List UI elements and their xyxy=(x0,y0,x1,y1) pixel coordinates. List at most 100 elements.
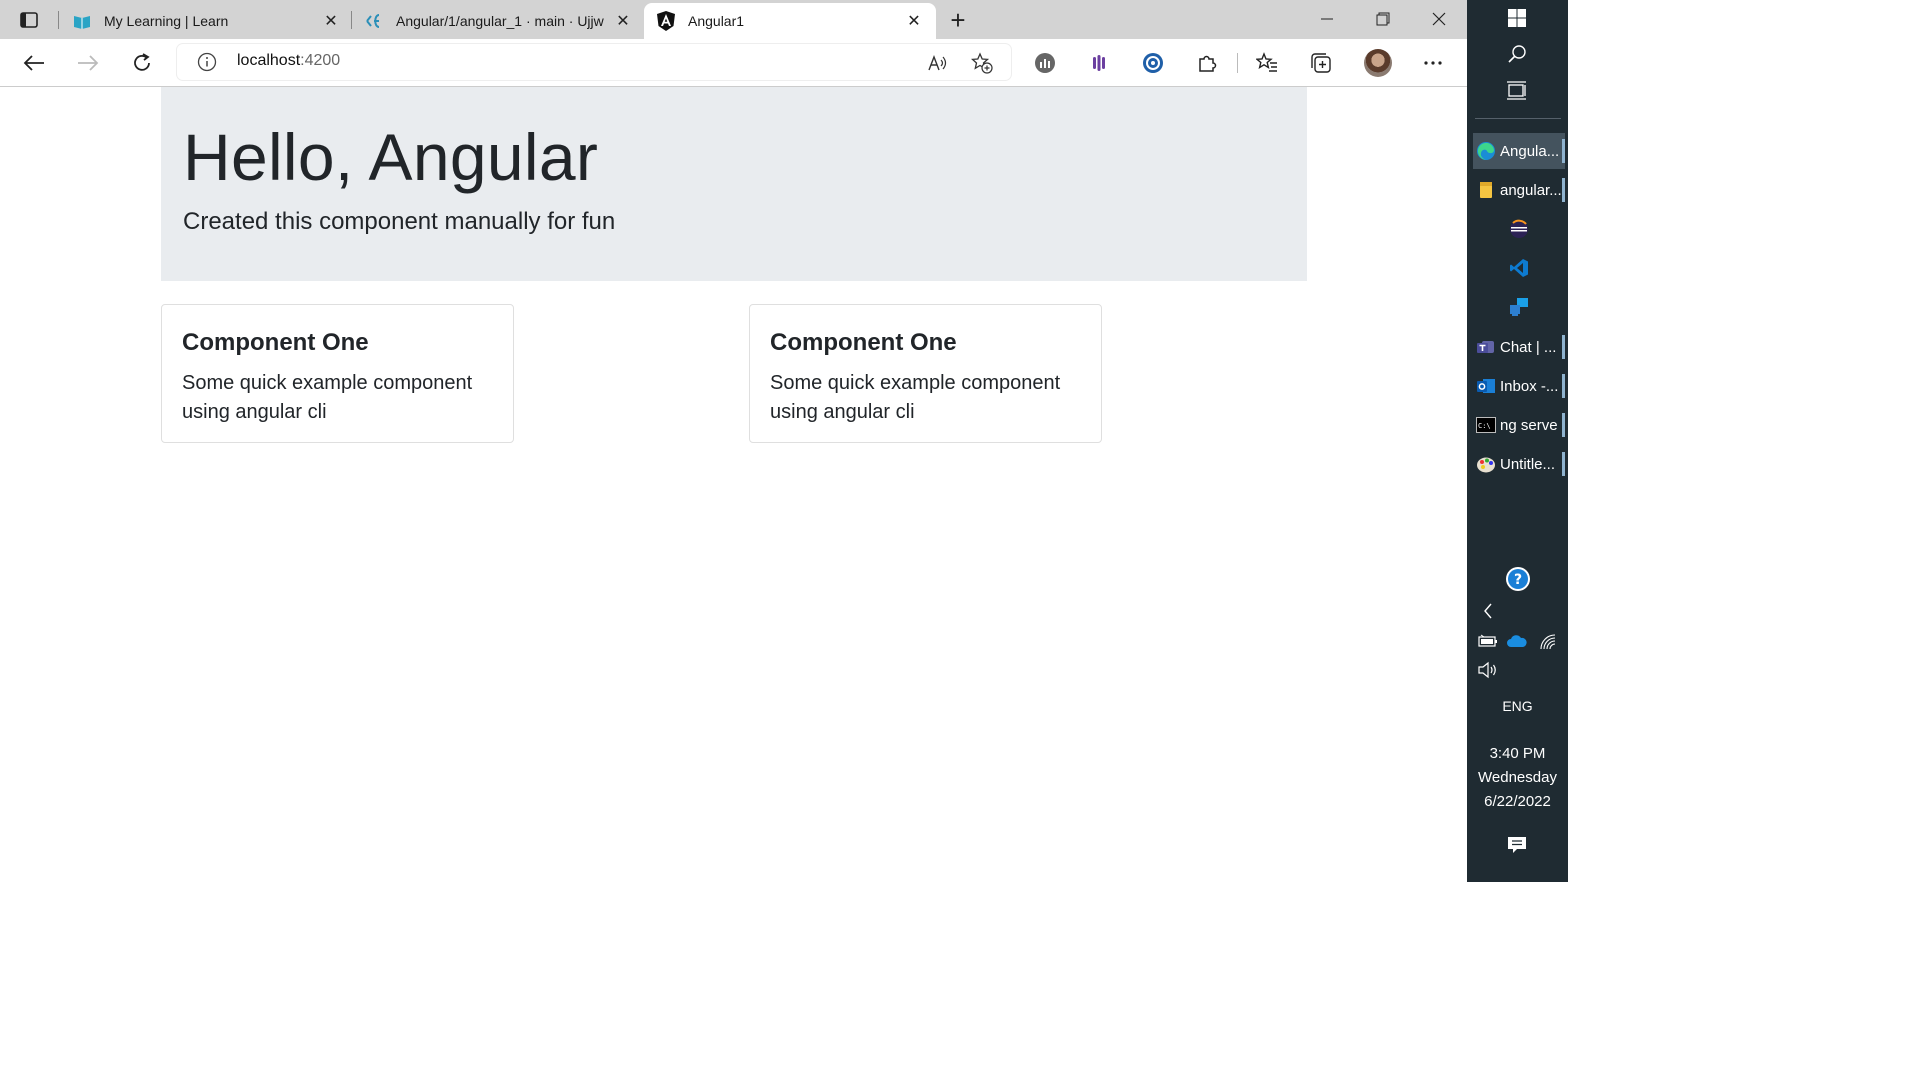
refresh-icon[interactable] xyxy=(126,48,158,78)
taskbar-app-remote[interactable] xyxy=(1473,289,1565,325)
eclipse-icon xyxy=(1509,219,1529,239)
settings-more-icon[interactable] xyxy=(1421,51,1445,75)
screen: My Learning | Learn ✕ Angular/1/angular_… xyxy=(0,0,1568,882)
forward-arrow-icon[interactable] xyxy=(72,48,104,78)
new-tab-button[interactable]: + xyxy=(944,5,972,35)
chevron-left-icon[interactable] xyxy=(1477,600,1499,622)
page-heading: Hello, Angular xyxy=(183,120,599,194)
active-indicator xyxy=(1562,452,1565,476)
browser-toolbar: localhost:4200 xyxy=(0,39,1467,87)
card-text: Some quick example component using angul… xyxy=(770,372,1061,423)
taskbar-app-explorer[interactable]: angular... xyxy=(1473,172,1565,208)
taskbar-app-eclipse[interactable] xyxy=(1473,211,1565,247)
collections-icon[interactable] xyxy=(1309,51,1333,75)
taskbar-app-label: Angula... xyxy=(1500,142,1560,160)
minimize-icon[interactable] xyxy=(1307,6,1347,32)
taskbar-app-label: Inbox -... xyxy=(1500,377,1559,395)
tab-separator xyxy=(58,11,59,29)
task-view-icon[interactable] xyxy=(1505,79,1529,103)
active-indicator xyxy=(1562,374,1565,398)
read-aloud-icon[interactable] xyxy=(927,52,949,74)
learn-book-icon xyxy=(72,11,92,31)
tab-title: Angular1 xyxy=(688,13,745,29)
tab-azure-repo[interactable]: Angular/1/angular_1 · main · Ujjw ✕ xyxy=(356,3,639,39)
jumbotron: Hello, Angular Created this component ma… xyxy=(161,87,1307,281)
paint-icon xyxy=(1476,454,1496,474)
lead-text: Created this component manually for fun xyxy=(183,208,616,235)
tab-title: My Learning | Learn xyxy=(104,13,229,29)
url-text: localhost:4200 xyxy=(237,52,340,70)
extension-blue-icon[interactable] xyxy=(1141,51,1165,75)
tab-title: Angular/1/angular_1 · main · Ujjw xyxy=(396,13,604,29)
active-indicator xyxy=(1562,335,1565,359)
svg-text:?: ? xyxy=(1514,572,1522,588)
url-port: :4200 xyxy=(300,52,341,69)
card-title: Component One xyxy=(770,329,957,356)
tab-bar: My Learning | Learn ✕ Angular/1/angular_… xyxy=(0,0,1467,39)
help-icon[interactable]: ? xyxy=(1505,566,1531,592)
angular-icon xyxy=(656,11,676,31)
favorites-icon[interactable] xyxy=(1255,51,1279,75)
clock-time[interactable]: 3:40 PM xyxy=(1467,745,1568,762)
close-tab-icon[interactable]: ✕ xyxy=(904,11,924,31)
toolbar-separator xyxy=(1237,53,1238,73)
taskbar-app-teams[interactable]: Chat | ... xyxy=(1473,329,1565,365)
url-host: localhost xyxy=(237,52,301,69)
taskbar-app-cmd[interactable]: C:\ ng serve xyxy=(1473,407,1565,443)
taskbar-app-vscode[interactable] xyxy=(1473,250,1565,286)
vscode-icon xyxy=(1509,258,1529,278)
browser-window: My Learning | Learn ✕ Angular/1/angular_… xyxy=(0,0,1467,882)
web-page: Hello, Angular Created this component ma… xyxy=(0,87,1467,882)
active-indicator xyxy=(1562,178,1565,202)
active-indicator xyxy=(1562,139,1565,163)
windows-start-icon[interactable] xyxy=(1505,6,1529,30)
taskbar-app-outlook[interactable]: Inbox -... xyxy=(1473,368,1565,404)
extensions-puzzle-icon[interactable] xyxy=(1195,51,1219,75)
taskbar-divider xyxy=(1475,118,1561,119)
teams-icon xyxy=(1476,337,1496,357)
site-info-icon[interactable] xyxy=(197,52,217,72)
cmd-icon: C:\ xyxy=(1476,415,1496,435)
clock-day: Wednesday xyxy=(1478,769,1557,786)
tab-my-learning[interactable]: My Learning | Learn ✕ xyxy=(64,3,349,39)
taskbar-app-label: Untitle... xyxy=(1500,455,1556,473)
svg-text:C:\: C:\ xyxy=(1478,422,1491,430)
component-card: Component One Some quick example compone… xyxy=(749,304,1102,443)
outlook-icon xyxy=(1476,376,1496,396)
taskbar-app-label: angular... xyxy=(1500,181,1562,199)
address-bar[interactable]: localhost:4200 xyxy=(177,44,1011,80)
extension-dashboard-icon[interactable] xyxy=(1033,51,1057,75)
active-indicator xyxy=(1562,413,1565,437)
taskbar-app-label: ng serve xyxy=(1500,416,1558,434)
search-icon[interactable] xyxy=(1505,42,1529,66)
remote-desktop-icon xyxy=(1509,297,1529,317)
folder-icon xyxy=(1476,180,1496,200)
card-text: Some quick example component using angul… xyxy=(182,372,473,423)
volume-icon[interactable] xyxy=(1477,659,1499,681)
close-tab-icon[interactable]: ✕ xyxy=(613,11,633,31)
clock-date: 6/22/2022 xyxy=(1484,793,1551,810)
component-card: Component One Some quick example compone… xyxy=(161,304,514,443)
language-indicator[interactable]: ENG xyxy=(1467,698,1568,714)
windows-taskbar: Angula... angular... Chat | ... Inbox -.… xyxy=(1467,0,1568,882)
tab-separator xyxy=(351,11,352,29)
add-favorite-icon[interactable] xyxy=(971,52,993,74)
card-title: Component One xyxy=(182,329,369,356)
restore-icon[interactable] xyxy=(1363,6,1403,32)
notifications-icon[interactable] xyxy=(1506,834,1528,856)
taskbar-app-paint[interactable]: Untitle... xyxy=(1473,446,1565,482)
onedrive-icon[interactable] xyxy=(1506,630,1528,652)
tab-actions-icon[interactable] xyxy=(12,8,46,32)
close-window-icon[interactable] xyxy=(1419,6,1459,32)
azure-devops-icon xyxy=(364,11,384,31)
taskbar-app-label: Chat | ... xyxy=(1500,338,1557,356)
wifi-icon[interactable] xyxy=(1537,630,1559,652)
taskbar-app-edge[interactable]: Angula... xyxy=(1473,133,1565,169)
back-arrow-icon[interactable] xyxy=(18,48,50,78)
close-tab-icon[interactable]: ✕ xyxy=(321,11,341,31)
profile-avatar[interactable] xyxy=(1364,49,1392,77)
extension-purple-icon[interactable] xyxy=(1087,51,1111,75)
edge-icon xyxy=(1476,141,1496,161)
battery-icon[interactable] xyxy=(1477,630,1499,652)
tab-angular1[interactable]: Angular1 ✕ xyxy=(644,3,936,39)
